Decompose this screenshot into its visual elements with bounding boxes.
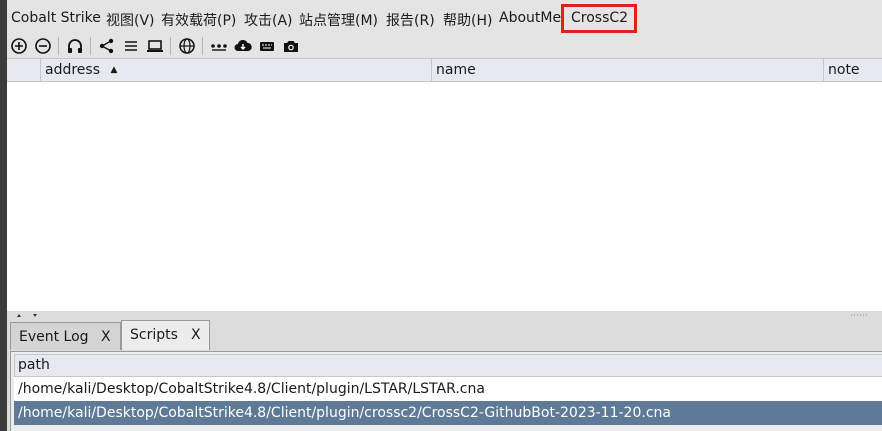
list-icon[interactable]: [121, 36, 141, 56]
column-header-path: path: [18, 357, 50, 373]
menu-help[interactable]: 帮助(H): [443, 10, 492, 30]
split-pane-divider[interactable]: [7, 311, 882, 320]
tab-label: Event Log: [19, 329, 89, 345]
script-row[interactable]: /home/kali/Desktop/CobaltStrike4.8/Clien…: [14, 377, 882, 401]
headphones-icon[interactable]: [65, 36, 85, 56]
menu-attacks[interactable]: 攻击(A): [244, 10, 293, 30]
share-icon[interactable]: [97, 36, 117, 56]
menu-site-management[interactable]: 站点管理(M): [299, 10, 378, 30]
dots-icon[interactable]: [209, 36, 229, 56]
sort-ascending-icon: ▲: [110, 65, 118, 75]
crossc2-highlight-box: [561, 4, 637, 33]
column-header-note[interactable]: note: [823, 59, 882, 81]
scripts-table-header[interactable]: path: [14, 354, 882, 377]
cloud-download-icon[interactable]: [233, 36, 253, 56]
column-header-address[interactable]: address ▲: [40, 59, 431, 81]
camera-icon[interactable]: [281, 36, 301, 56]
plus-circle-icon[interactable]: [9, 36, 29, 56]
script-row-selected[interactable]: /home/kali/Desktop/CobaltStrike4.8/Clien…: [14, 401, 882, 425]
globe-icon[interactable]: [177, 36, 197, 56]
tab-close-button[interactable]: X: [101, 329, 111, 345]
keyboard-icon[interactable]: [257, 36, 277, 56]
targets-table-body[interactable]: [7, 82, 882, 311]
toolbar: [7, 34, 882, 58]
toolbar-separator: [58, 37, 59, 55]
scripts-panel: path /home/kali/Desktop/CobaltStrike4.8/…: [10, 351, 882, 431]
column-header-blank[interactable]: [7, 59, 40, 81]
menu-cobalt-strike[interactable]: Cobalt Strike: [11, 10, 101, 26]
targets-table-header: address ▲ name note: [7, 58, 882, 82]
menu-reports[interactable]: 报告(R): [386, 10, 435, 30]
menu-bar: Cobalt Strike 视图(V) 有效载荷(P) 攻击(A) 站点管理(M…: [7, 0, 882, 34]
tab-event-log[interactable]: Event Log X: [10, 322, 121, 350]
tab-scripts[interactable]: Scripts X: [121, 320, 210, 350]
toolbar-separator: [170, 37, 171, 55]
toolbar-separator: [202, 37, 203, 55]
drag-handle-icon[interactable]: [850, 313, 870, 317]
laptop-icon[interactable]: [145, 36, 165, 56]
collapse-arrows-icon[interactable]: [15, 312, 45, 319]
toolbar-separator: [90, 37, 91, 55]
window-left-border: [0, 0, 7, 431]
menu-payloads[interactable]: 有效载荷(P): [161, 10, 236, 30]
minus-circle-icon[interactable]: [33, 36, 53, 56]
menu-aboutme[interactable]: AboutMe: [499, 10, 561, 26]
tab-close-button[interactable]: X: [191, 327, 201, 343]
tab-label: Scripts: [130, 327, 178, 343]
bottom-tab-bar: Event Log X Scripts X: [7, 320, 882, 351]
menu-view[interactable]: 视图(V): [106, 10, 155, 30]
column-header-name[interactable]: name: [431, 59, 823, 81]
